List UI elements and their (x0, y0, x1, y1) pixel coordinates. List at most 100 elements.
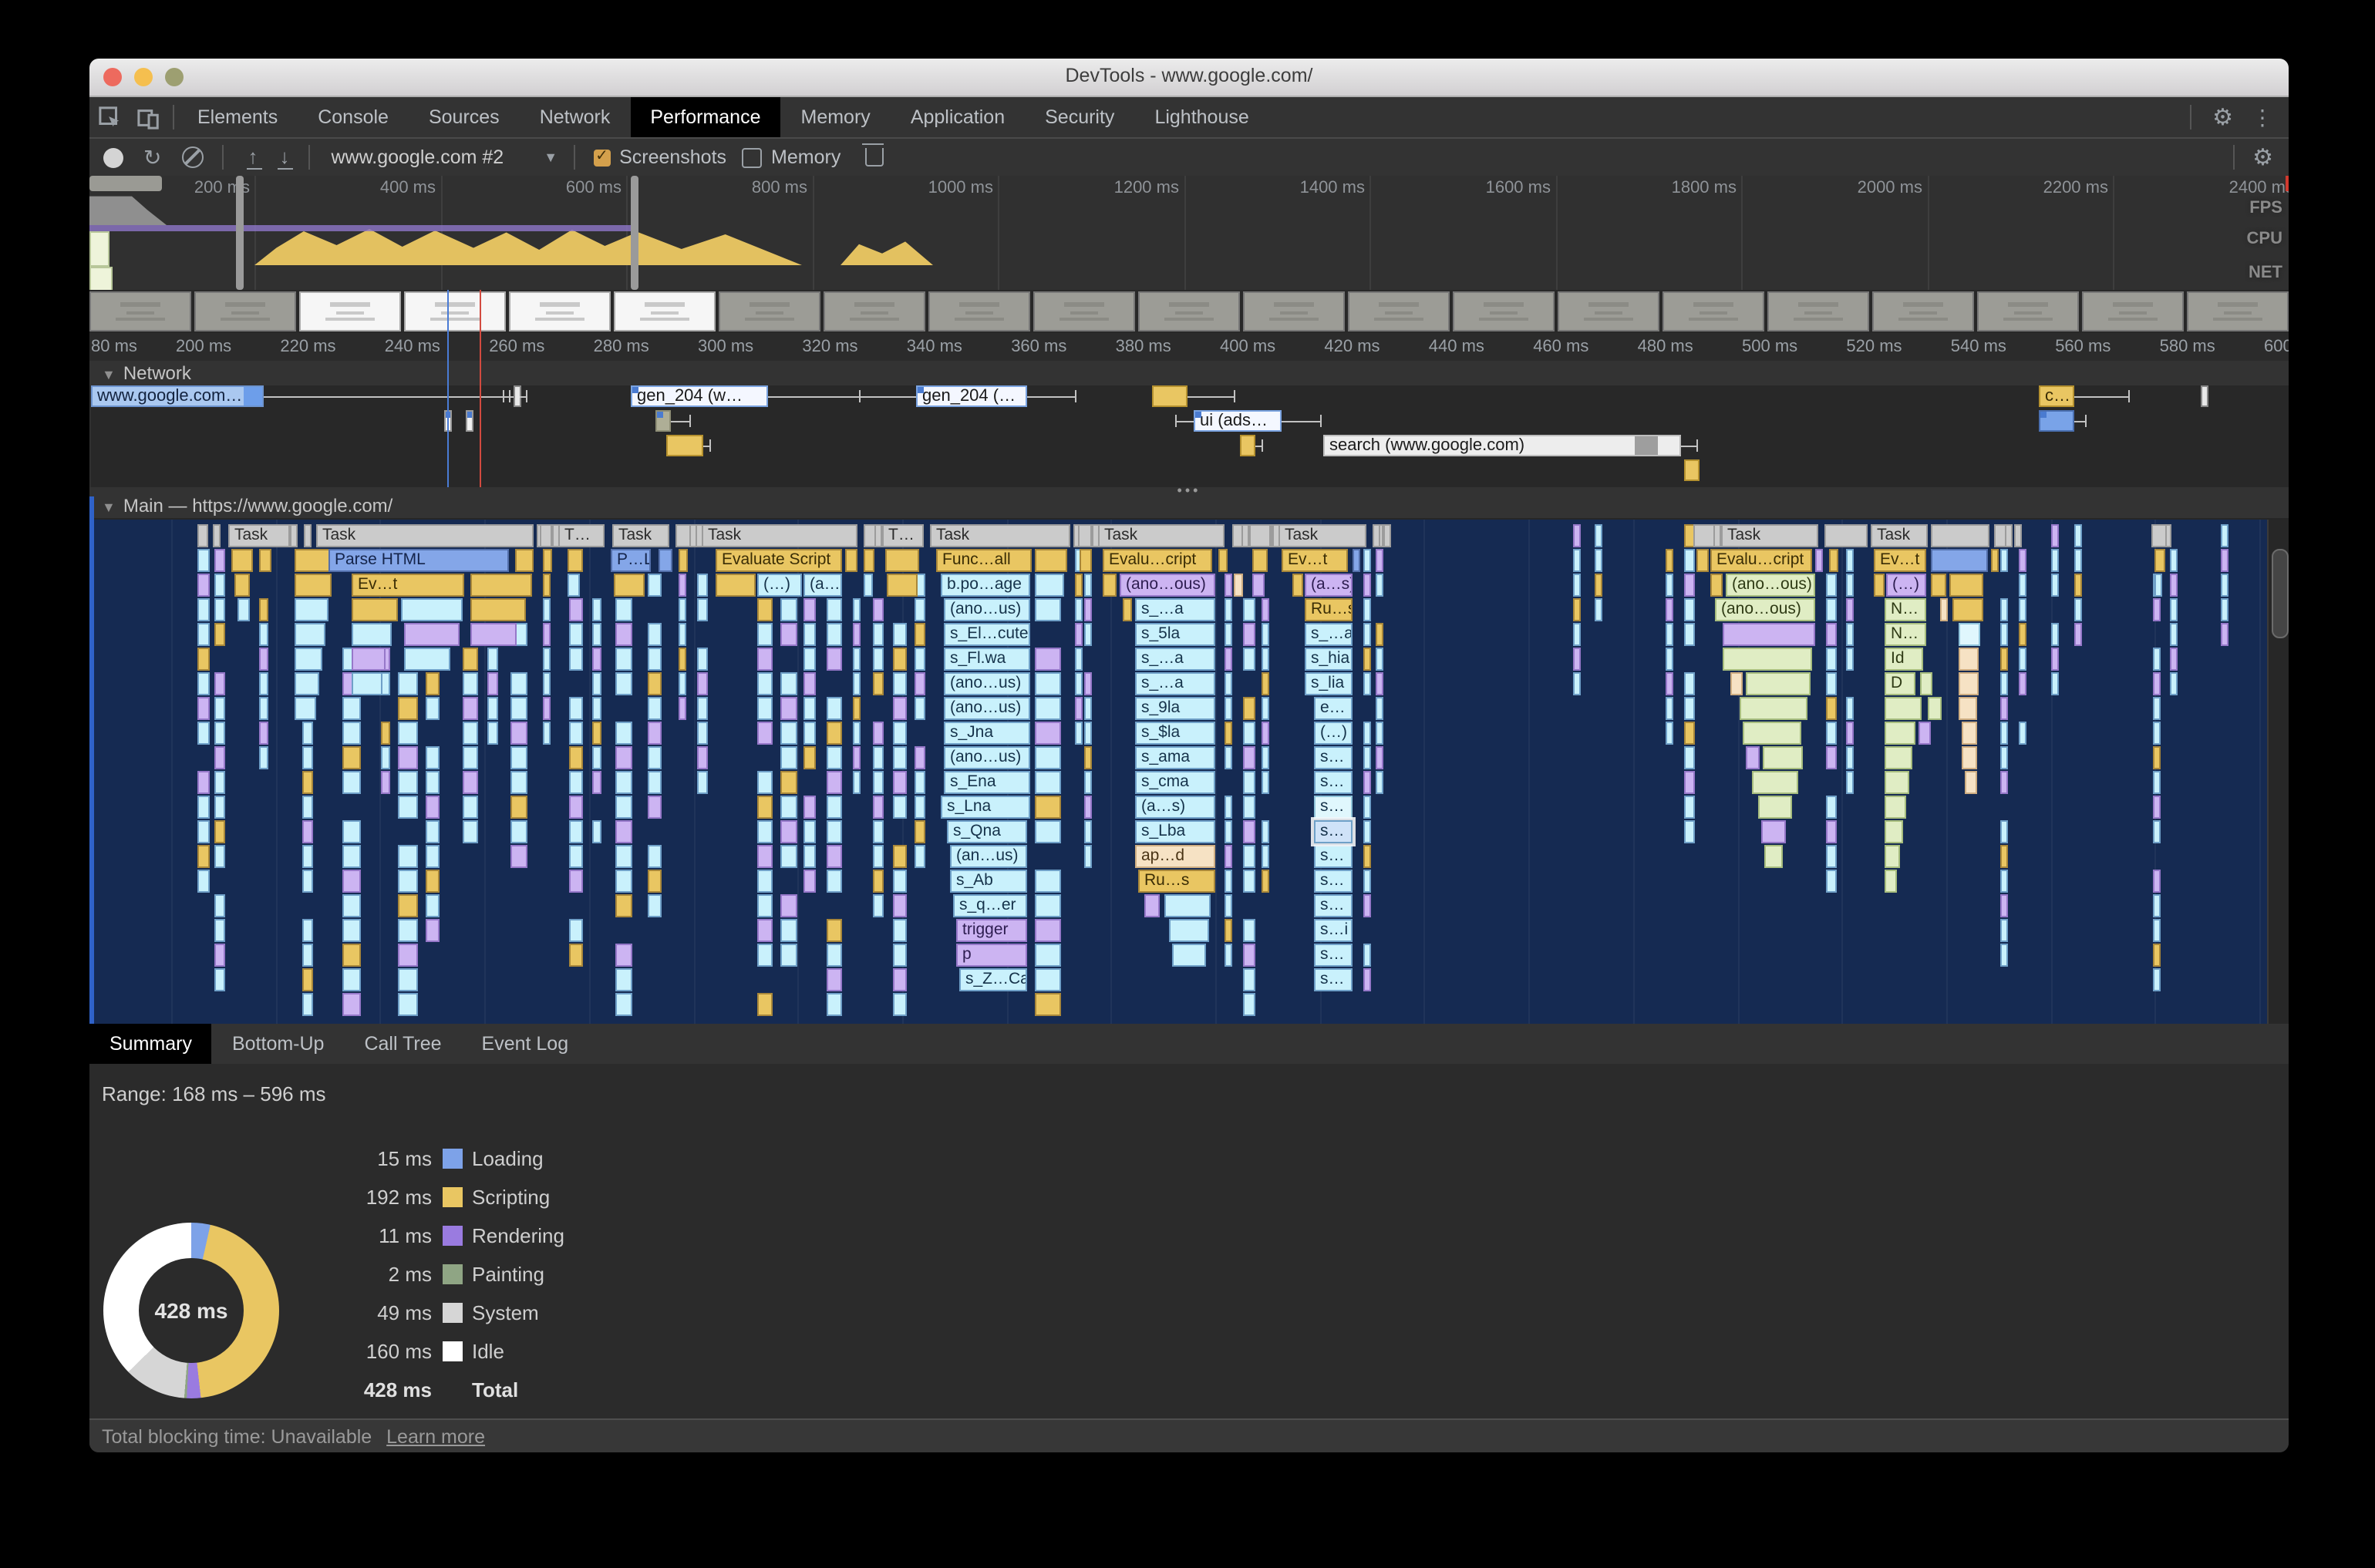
flame-bar[interactable] (398, 672, 418, 695)
flame-bar[interactable] (864, 574, 873, 597)
flame-bar[interactable] (2221, 623, 2228, 646)
flame-bar-evalu-cript[interactable]: Evalu…cript (1710, 549, 1812, 572)
flame-bar[interactable] (1376, 722, 1383, 745)
filmstrip-screenshot[interactable] (2082, 291, 2184, 331)
flame-bar[interactable] (569, 648, 583, 671)
flame-bar[interactable] (2000, 598, 2008, 621)
flame-bar[interactable] (197, 672, 210, 695)
flame-bar[interactable] (569, 623, 583, 646)
flame-bar[interactable] (295, 697, 316, 720)
flame-bar[interactable] (1234, 574, 1243, 597)
flame-bar-s_-la[interactable]: s_$la (1135, 722, 1215, 745)
flame-bar-task[interactable]: Task (228, 524, 290, 547)
flame-bar[interactable] (1169, 919, 1209, 942)
flame-bar[interactable] (426, 796, 440, 819)
flame-bar[interactable] (1959, 623, 1980, 646)
flame-bar[interactable] (697, 697, 708, 720)
flame-bar[interactable] (426, 672, 440, 695)
reload-and-record-icon[interactable]: ↻ (143, 144, 161, 170)
filmstrip-screenshot[interactable] (1243, 291, 1345, 331)
flame-bar[interactable] (1225, 722, 1232, 745)
flame-bar[interactable] (615, 894, 632, 917)
flame-bar[interactable] (2019, 672, 2026, 695)
flame-bar[interactable] (1573, 524, 1581, 547)
flame-bar[interactable] (510, 820, 527, 843)
flame-bar[interactable] (398, 870, 418, 893)
flame-bar[interactable] (679, 672, 686, 695)
filmstrip-screenshot[interactable] (719, 291, 820, 331)
flame-bar[interactable] (2151, 524, 2167, 547)
flame-bar[interactable] (1824, 524, 1868, 547)
trash-icon[interactable] (865, 148, 884, 167)
flame-bar[interactable] (1075, 574, 1083, 597)
flame-bar[interactable] (510, 746, 527, 769)
flame-bar[interactable] (302, 944, 313, 967)
flame-bar[interactable] (1262, 722, 1269, 745)
flame-bar[interactable] (827, 993, 842, 1016)
flame-bar-task[interactable]: Task (1098, 524, 1225, 547)
timeline-overview[interactable]: 200 ms400 ms600 ms800 ms1000 ms1200 ms14… (89, 176, 2289, 290)
flame-bar[interactable] (915, 648, 925, 671)
flame-bar[interactable] (1123, 598, 1132, 621)
flame-bar-s_el-cute[interactable]: s_El…cute (944, 623, 1030, 646)
flame-bar[interactable] (1035, 697, 1061, 720)
flame-bar[interactable] (342, 845, 361, 868)
flame-bar[interactable] (1826, 820, 1837, 843)
flame-bar-ev-t[interactable]: Ev…t (352, 574, 464, 597)
flame-bar[interactable] (1595, 524, 1602, 547)
flame-bar[interactable] (2000, 820, 2008, 843)
flame-bar[interactable] (2000, 672, 2008, 695)
flame-bar[interactable] (803, 648, 816, 671)
flame-bar[interactable] (1075, 722, 1083, 745)
flame-bar[interactable] (697, 648, 708, 671)
flame-bar-ev-t[interactable]: Ev…t (1874, 549, 1926, 572)
filmstrip-screenshot[interactable] (824, 291, 925, 331)
filmstrip-screenshot[interactable] (928, 291, 1030, 331)
learn-more-link[interactable]: Learn more (386, 1426, 485, 1448)
flame-bar-id[interactable]: Id (1885, 648, 1923, 671)
flame-bar[interactable] (659, 549, 672, 572)
flame-bar[interactable] (648, 894, 662, 917)
flame-bar[interactable] (510, 771, 527, 794)
flame-bar[interactable] (1084, 796, 1092, 819)
flame-bar-ev-t[interactable]: Ev…t (1282, 549, 1348, 572)
flame-bar[interactable] (214, 796, 225, 819)
flame-bar[interactable] (259, 648, 268, 671)
flame-bar[interactable] (615, 771, 632, 794)
flame-bar[interactable] (569, 796, 583, 819)
flame-bar-func-all[interactable]: Func…all (936, 549, 1032, 572)
flame-bar[interactable] (1684, 623, 1695, 646)
flame-bar[interactable] (342, 771, 361, 794)
flame-bar[interactable] (2154, 574, 2162, 597)
flame-bar[interactable] (1262, 648, 1269, 671)
save-profile-icon[interactable]: ↓ (279, 150, 289, 165)
flame-bar[interactable] (1815, 549, 1823, 572)
flame-bar[interactable] (615, 870, 632, 893)
flame-bar[interactable] (1363, 820, 1371, 843)
flame-bar-task[interactable]: Task (316, 524, 534, 547)
flame-bar[interactable] (592, 820, 601, 843)
flame-bar[interactable] (1730, 672, 1743, 695)
network-request[interactable]: gen_204 (… (916, 385, 1027, 407)
flame-bar[interactable] (398, 894, 418, 917)
flame-bar[interactable] (780, 598, 797, 621)
flame-bar[interactable] (1262, 820, 1269, 843)
flame-bar[interactable] (2153, 672, 2161, 695)
flame-bar-s_ama[interactable]: s_ama (1135, 746, 1215, 769)
flame-bar--a-s-[interactable]: (a…s) (1305, 574, 1353, 597)
flame-bar[interactable] (893, 746, 907, 769)
flame-bar[interactable] (2153, 648, 2161, 671)
flame-bar[interactable] (2000, 623, 2008, 646)
network-request-bar[interactable] (666, 435, 703, 456)
flame-bar[interactable] (259, 623, 268, 646)
flame-bar-s_z-ca[interactable]: s_Z…Ca (959, 968, 1027, 991)
screenshots-checkbox[interactable] (593, 149, 610, 166)
flame-bar[interactable] (1243, 722, 1255, 745)
flame-bar[interactable] (569, 944, 583, 967)
flame-bar[interactable] (873, 672, 884, 695)
filmstrip-screenshot[interactable] (194, 291, 296, 331)
flame-bar[interactable] (2170, 623, 2178, 646)
flame-bar[interactable] (592, 697, 601, 720)
flame-bar[interactable] (1885, 870, 1897, 893)
flame-bar[interactable] (1666, 722, 1673, 745)
